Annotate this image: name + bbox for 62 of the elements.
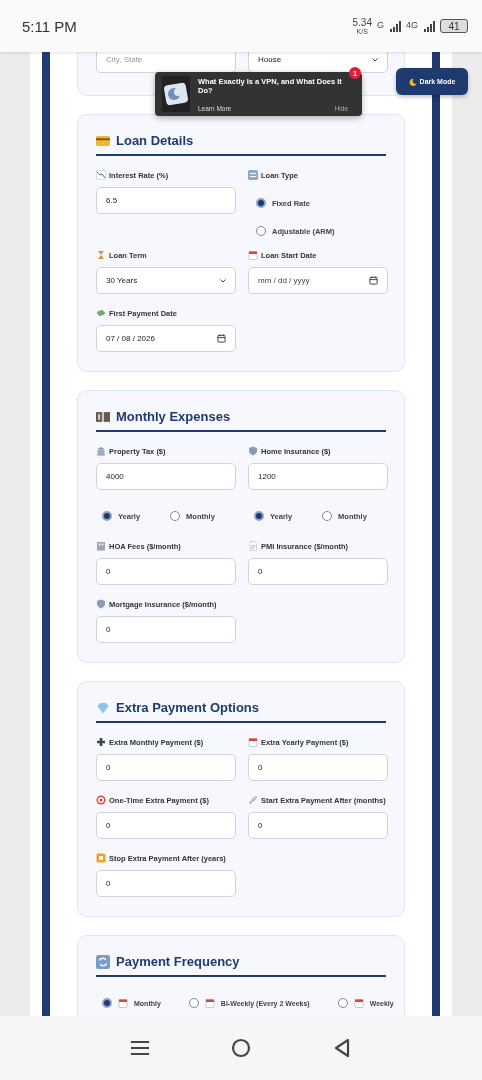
shield-icon <box>248 446 258 456</box>
chart-down-icon <box>96 170 106 180</box>
calendar-icon[interactable] <box>217 334 226 343</box>
calendar-icon <box>204 998 215 1008</box>
clock-time: 5:11 PM <box>22 17 78 35</box>
home-icon[interactable] <box>231 1038 251 1058</box>
back-icon[interactable] <box>333 1038 351 1058</box>
input-field[interactable]: 0 <box>96 558 236 585</box>
radio-button[interactable] <box>188 998 199 1008</box>
menu-icon[interactable] <box>131 1040 149 1056</box>
network-speed: 5.34 <box>352 17 372 28</box>
moon-icon <box>408 77 417 86</box>
caret-icon <box>220 278 226 283</box>
date-field[interactable]: mm / dd / yyyy <box>248 267 388 294</box>
radio-button[interactable] <box>256 226 266 236</box>
network-type: 4G <box>406 19 418 30</box>
document-icon <box>248 541 258 551</box>
radio-button[interactable] <box>337 998 348 1008</box>
signal-icon <box>423 20 435 32</box>
calendar-icon <box>118 998 128 1008</box>
network-type: G <box>376 19 384 30</box>
input-field[interactable]: 0 <box>96 812 236 839</box>
input-field[interactable]: 0 <box>96 616 236 643</box>
plus-icon <box>96 737 106 747</box>
battery-level: 41 <box>440 19 468 33</box>
hourglass-icon <box>96 250 106 260</box>
input-field[interactable]: 4000 <box>96 463 236 490</box>
radio-button[interactable] <box>170 511 181 521</box>
radio-button[interactable] <box>254 511 264 521</box>
radio-button[interactable] <box>102 511 112 521</box>
input-field[interactable]: 0 <box>248 754 388 781</box>
building-icon <box>96 541 106 551</box>
credit-card-icon <box>96 133 110 148</box>
input-field[interactable]: 0 <box>248 812 388 839</box>
caret-icon <box>372 57 378 62</box>
calendar-icon <box>248 737 258 747</box>
calendar-icon <box>248 250 258 260</box>
calendar-icon <box>353 998 364 1008</box>
shield-icon <box>96 599 106 609</box>
date-field[interactable]: 07 / 08 / 2026 <box>96 325 236 352</box>
input-field[interactable]: 0 <box>248 558 388 585</box>
input-field[interactable]: 0 <box>96 870 236 897</box>
target-icon <box>96 795 106 805</box>
radio-button[interactable] <box>322 511 333 521</box>
section-title: Monthly Expenses <box>116 409 231 424</box>
select-field[interactable]: 30 Years <box>96 267 236 294</box>
input-field[interactable]: 6.5 <box>96 187 236 214</box>
stop-square-icon <box>96 853 106 863</box>
calendar-icon[interactable] <box>369 276 378 285</box>
radio-button[interactable] <box>102 998 112 1008</box>
repeat-icon <box>96 954 110 969</box>
input-field[interactable]: 1200 <box>248 463 388 490</box>
section-title: Loan Details <box>116 133 194 148</box>
input-field[interactable]: City, State <box>96 52 236 73</box>
signal-icon <box>389 20 401 32</box>
bank-icon <box>96 446 106 456</box>
section-title: Payment Frequency <box>116 954 240 969</box>
input-field[interactable]: 0 <box>96 754 236 781</box>
gem-icon <box>96 700 110 715</box>
section-title: Extra Payment Options <box>116 700 260 715</box>
banknote-icon <box>96 409 110 424</box>
radio-button[interactable] <box>256 198 266 208</box>
